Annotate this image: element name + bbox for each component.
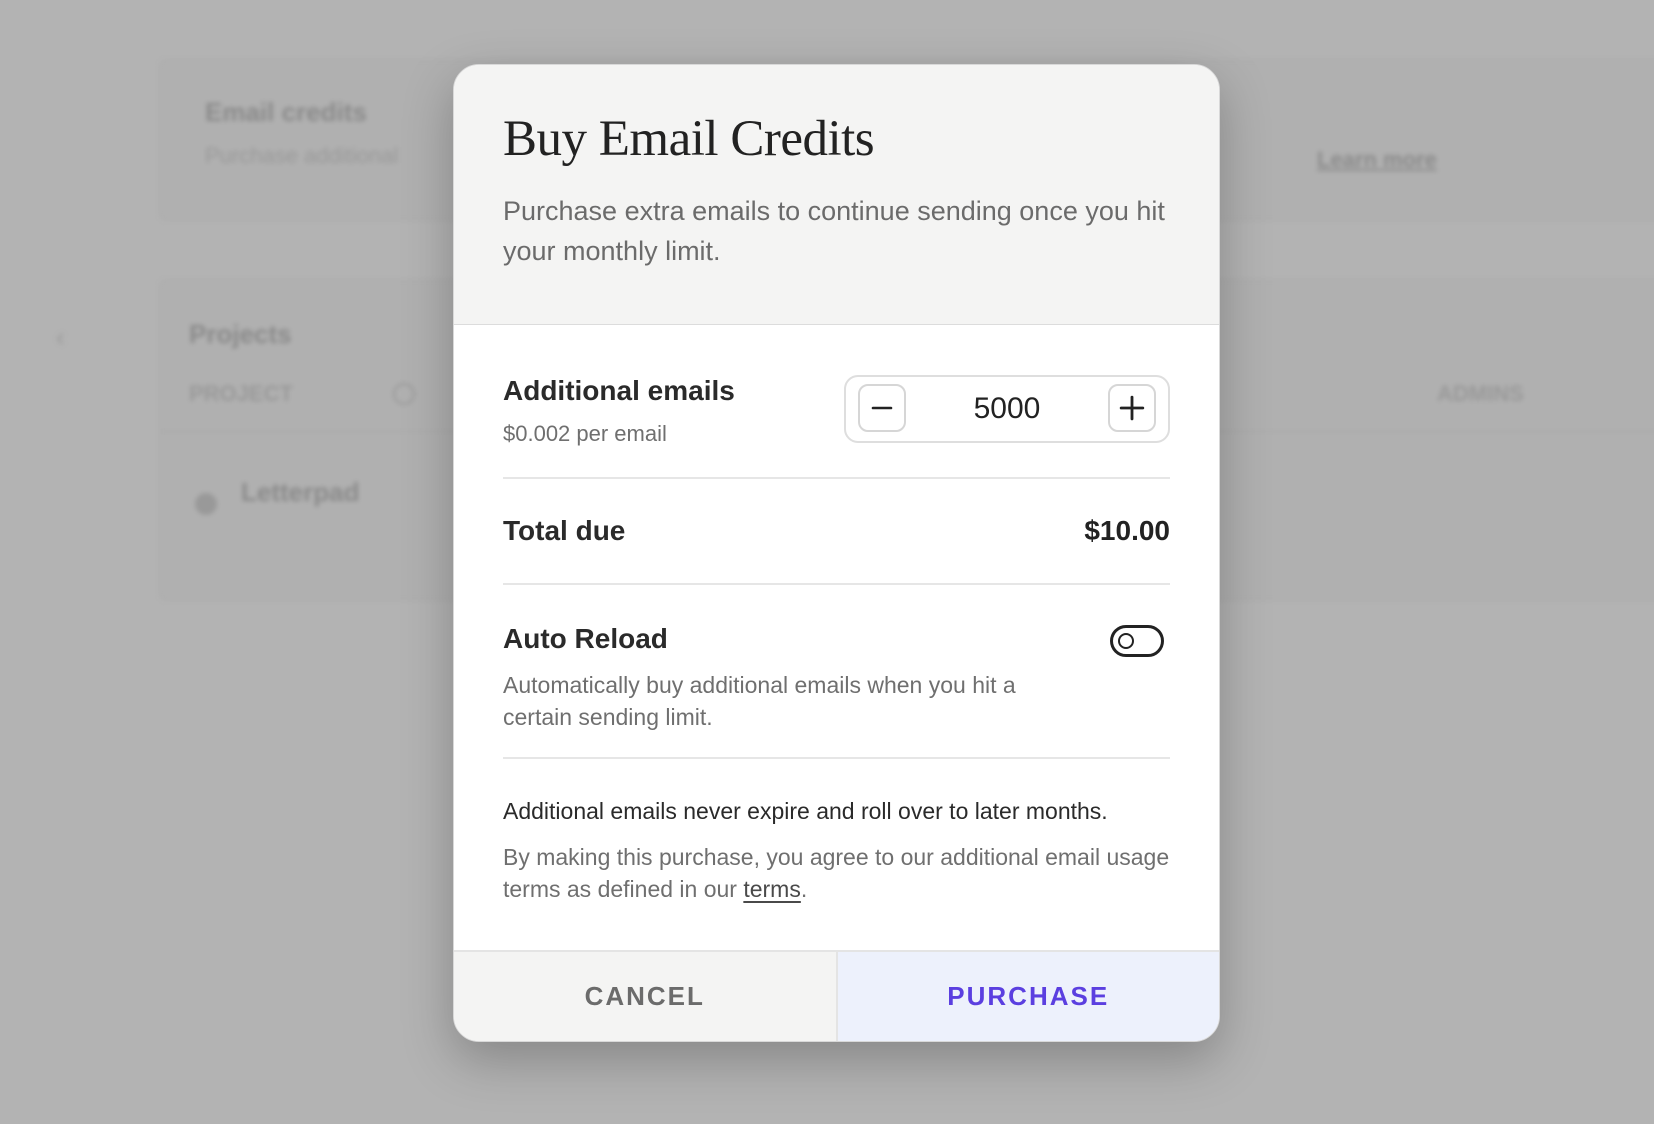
minus-icon bbox=[871, 406, 893, 410]
modal-header: Buy Email Credits Purchase extra emails … bbox=[454, 65, 1219, 325]
auto-reload-toggle[interactable] bbox=[1110, 625, 1164, 657]
additional-emails-row: Additional emails $0.002 per email 5000 bbox=[503, 325, 1170, 479]
total-due-row: Total due $10.00 bbox=[503, 479, 1170, 585]
auto-reload-label: Auto Reload bbox=[503, 623, 668, 654]
agreement-suffix: . bbox=[800, 876, 808, 902]
modal-body: Additional emails $0.002 per email 5000 bbox=[454, 325, 1219, 905]
total-due-value: $10.00 bbox=[1084, 515, 1170, 546]
buy-email-credits-modal: Buy Email Credits Purchase extra emails … bbox=[453, 64, 1220, 1042]
quantity-stepper: 5000 bbox=[844, 375, 1170, 443]
bg-chevron-icon: ‹ bbox=[56, 322, 65, 352]
no-expire-note: Additional emails never expire and roll … bbox=[503, 798, 1108, 824]
decrement-button[interactable] bbox=[858, 384, 906, 432]
bg-col-project: PROJECT bbox=[189, 381, 293, 406]
bg-learn-more-link: Learn more bbox=[1317, 147, 1437, 172]
cancel-button[interactable]: CANCEL bbox=[454, 952, 838, 1041]
purchase-button[interactable]: PURCHASE bbox=[837, 952, 1219, 1041]
total-due-label: Total due bbox=[503, 515, 626, 546]
bg-projects-title: Projects bbox=[189, 319, 292, 349]
purchase-notes: Additional emails never expire and roll … bbox=[503, 759, 1170, 905]
terms-link[interactable]: terms bbox=[743, 876, 801, 902]
plus-icon bbox=[1119, 395, 1145, 421]
agreement-text: By making this purchase, you agree to ou… bbox=[503, 841, 1170, 905]
modal-description: Purchase extra emails to continue sendin… bbox=[503, 196, 1165, 267]
bg-info-icon bbox=[393, 383, 415, 405]
additional-emails-label: Additional emails bbox=[503, 375, 735, 406]
bg-project-icon bbox=[195, 493, 217, 515]
bg-col-admins: ADMINS bbox=[1437, 381, 1524, 406]
bg-card-title: Email credits bbox=[205, 97, 367, 127]
increment-button[interactable] bbox=[1108, 384, 1156, 432]
agreement-prefix: By making this purchase, you agree to ou… bbox=[503, 844, 1170, 902]
toggle-knob bbox=[1118, 633, 1134, 649]
auto-reload-row: Auto Reload Automatically buy additional… bbox=[503, 585, 1170, 759]
auto-reload-description: Automatically buy additional emails when… bbox=[503, 672, 1016, 730]
modal-footer: CANCEL PURCHASE bbox=[454, 950, 1219, 1041]
price-per-email: $0.002 per email bbox=[503, 421, 667, 446]
bg-card-subtitle: Purchase additional bbox=[205, 143, 399, 168]
bg-project-name: Letterpad bbox=[241, 477, 360, 507]
modal-title: Buy Email Credits bbox=[503, 111, 875, 167]
quantity-value[interactable]: 5000 bbox=[916, 377, 1098, 441]
